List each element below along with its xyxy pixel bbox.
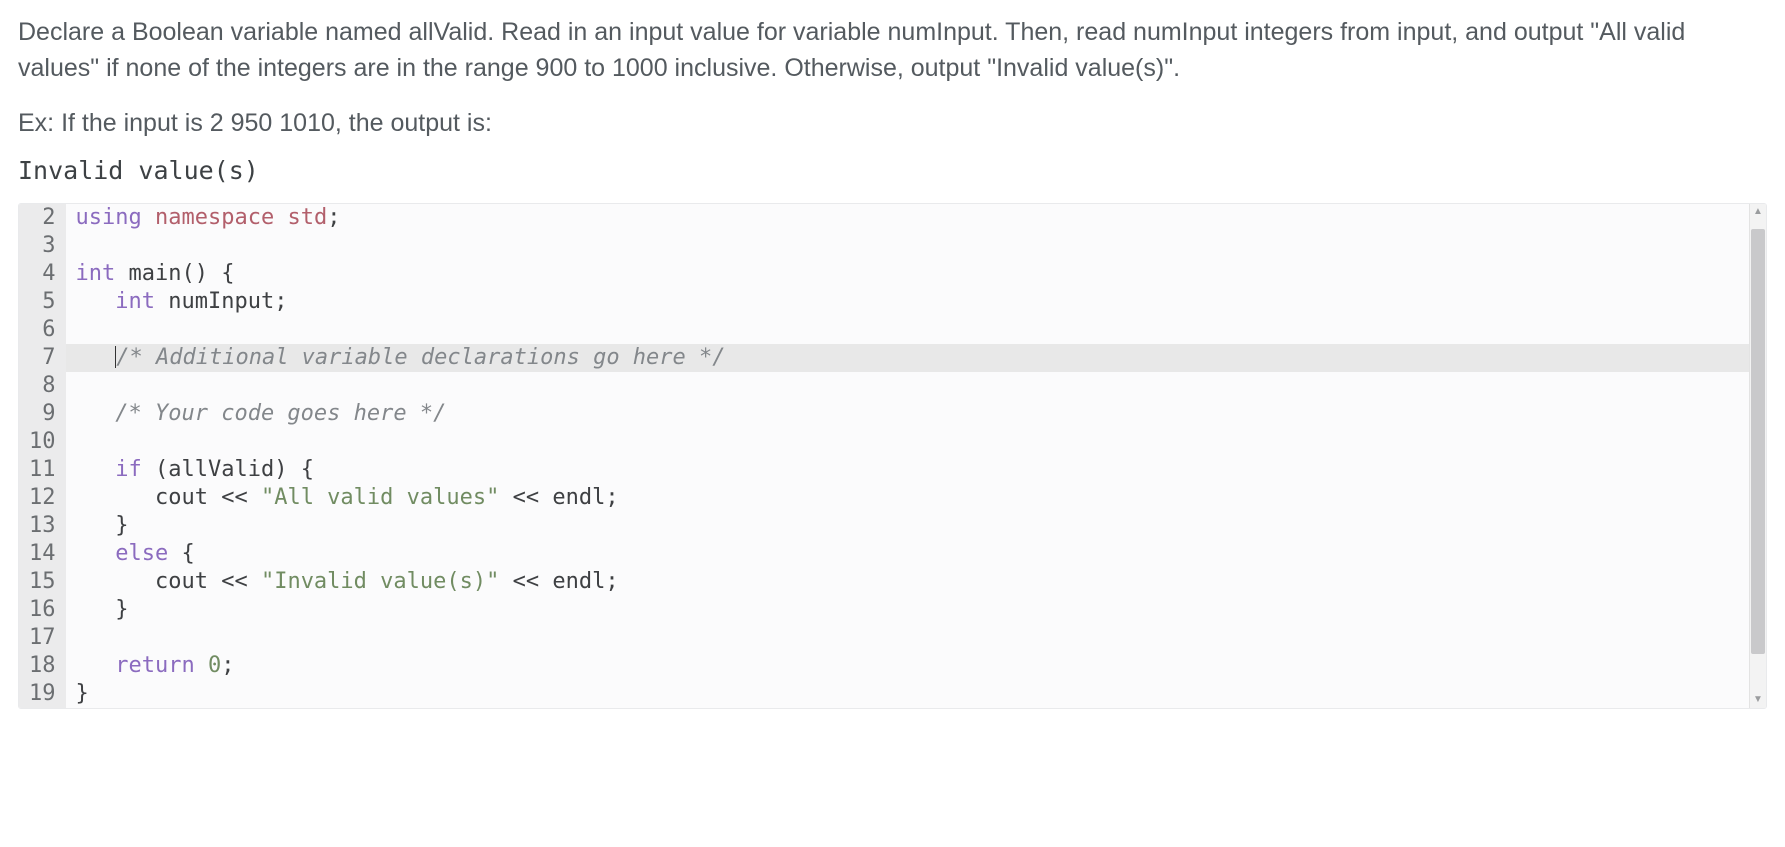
- example-label: Ex: If the input is 2 950 1010, the outp…: [18, 109, 1767, 138]
- code-line[interactable]: cout << "All valid values" << endl;: [66, 484, 1767, 512]
- problem-instructions: Declare a Boolean variable named allVali…: [18, 14, 1767, 87]
- code-line[interactable]: }: [66, 680, 1767, 708]
- line-number: 12: [19, 484, 66, 512]
- line-number: 18: [19, 652, 66, 680]
- token-kw: int: [76, 261, 116, 286]
- line-number: 19: [19, 680, 66, 708]
- line-number: 16: [19, 596, 66, 624]
- code-line[interactable]: int main() {: [66, 260, 1767, 288]
- code-line[interactable]: if (allValid) {: [66, 456, 1767, 484]
- scroll-down-button[interactable]: ▼: [1750, 692, 1766, 708]
- code-line[interactable]: }: [66, 512, 1767, 540]
- token-cmt: /* Your code goes here */: [115, 401, 446, 426]
- line-number: 9: [19, 400, 66, 428]
- token-id: endl: [552, 569, 605, 594]
- code-line[interactable]: [66, 624, 1767, 652]
- line-number: 6: [19, 316, 66, 344]
- code-editor[interactable]: 2345678910111213141516171819 using names…: [18, 203, 1767, 709]
- line-number: 14: [19, 540, 66, 568]
- token-punc: ;: [274, 289, 287, 314]
- token-num: 0: [208, 653, 221, 678]
- code-line[interactable]: }: [66, 596, 1767, 624]
- token-punc: ) {: [274, 457, 314, 482]
- token-punc: }: [76, 681, 89, 706]
- code-line[interactable]: return 0;: [66, 652, 1767, 680]
- line-number: 8: [19, 372, 66, 400]
- line-number: 3: [19, 232, 66, 260]
- token-ns: namespace: [155, 205, 274, 230]
- line-number: 5: [19, 288, 66, 316]
- editor-body[interactable]: 2345678910111213141516171819 using names…: [19, 204, 1766, 708]
- token-punc: }: [76, 597, 129, 622]
- token-punc: [76, 569, 155, 594]
- token-kw: if: [115, 457, 142, 482]
- token-punc: [76, 401, 116, 426]
- token-punc: [274, 205, 287, 230]
- token-punc: (: [142, 457, 169, 482]
- token-punc: ;: [605, 569, 618, 594]
- token-punc: [76, 289, 116, 314]
- token-punc: () {: [181, 261, 234, 286]
- line-number: 10: [19, 428, 66, 456]
- token-punc: <<: [499, 569, 552, 594]
- token-punc: ;: [605, 485, 618, 510]
- token-punc: }: [76, 513, 129, 538]
- code-line[interactable]: /* Your code goes here */: [66, 400, 1767, 428]
- code-line[interactable]: else {: [66, 540, 1767, 568]
- token-cmt: /* Additional variable declarations go h…: [116, 345, 725, 370]
- code-line[interactable]: using namespace std;: [66, 204, 1767, 232]
- token-str: "Invalid value(s)": [261, 569, 499, 594]
- token-punc: ;: [327, 205, 340, 230]
- token-kw: using: [76, 205, 142, 230]
- line-number: 4: [19, 260, 66, 288]
- token-id: cout: [155, 569, 208, 594]
- code-line[interactable]: [66, 428, 1767, 456]
- code-line[interactable]: /* Additional variable declarations go h…: [66, 344, 1767, 372]
- token-id: cout: [155, 485, 208, 510]
- code-line[interactable]: [66, 316, 1767, 344]
- code-line[interactable]: [66, 232, 1767, 260]
- line-number: 17: [19, 624, 66, 652]
- example-output: Invalid value(s): [18, 156, 1767, 185]
- line-number: 15: [19, 568, 66, 596]
- token-punc: ;: [221, 653, 234, 678]
- token-punc: [76, 345, 116, 370]
- token-punc: {: [168, 541, 195, 566]
- scrollbar-track[interactable]: [1750, 220, 1766, 692]
- token-punc: <<: [208, 569, 261, 594]
- token-punc: [76, 653, 116, 678]
- code-line[interactable]: [66, 372, 1767, 400]
- token-id: endl: [552, 485, 605, 510]
- code-column[interactable]: using namespace std;int main() { int num…: [66, 204, 1767, 708]
- token-punc: [76, 541, 116, 566]
- token-kw: return: [115, 653, 194, 678]
- line-number: 13: [19, 512, 66, 540]
- token-punc: <<: [208, 485, 261, 510]
- code-line[interactable]: int numInput;: [66, 288, 1767, 316]
- line-number: 7: [19, 344, 66, 372]
- page-root: Declare a Boolean variable named allVali…: [0, 0, 1785, 727]
- token-punc: [76, 457, 116, 482]
- scrollbar-thumb[interactable]: [1751, 229, 1765, 654]
- token-id: allValid: [168, 457, 274, 482]
- token-punc: [195, 653, 208, 678]
- vertical-scrollbar[interactable]: ▲ ▼: [1749, 204, 1766, 708]
- line-number-gutter: 2345678910111213141516171819: [19, 204, 66, 708]
- token-kw: int: [115, 289, 155, 314]
- token-punc: [155, 289, 168, 314]
- token-kw: else: [115, 541, 168, 566]
- token-str: "All valid values": [261, 485, 499, 510]
- scroll-up-button[interactable]: ▲: [1750, 204, 1766, 220]
- line-number: 2: [19, 204, 66, 232]
- token-punc: [115, 261, 128, 286]
- code-line[interactable]: cout << "Invalid value(s)" << endl;: [66, 568, 1767, 596]
- token-fn: main: [129, 261, 182, 286]
- token-punc: [76, 485, 155, 510]
- token-ns: std: [287, 205, 327, 230]
- line-number: 11: [19, 456, 66, 484]
- token-punc: <<: [499, 485, 552, 510]
- token-punc: [142, 205, 155, 230]
- token-id: numInput: [168, 289, 274, 314]
